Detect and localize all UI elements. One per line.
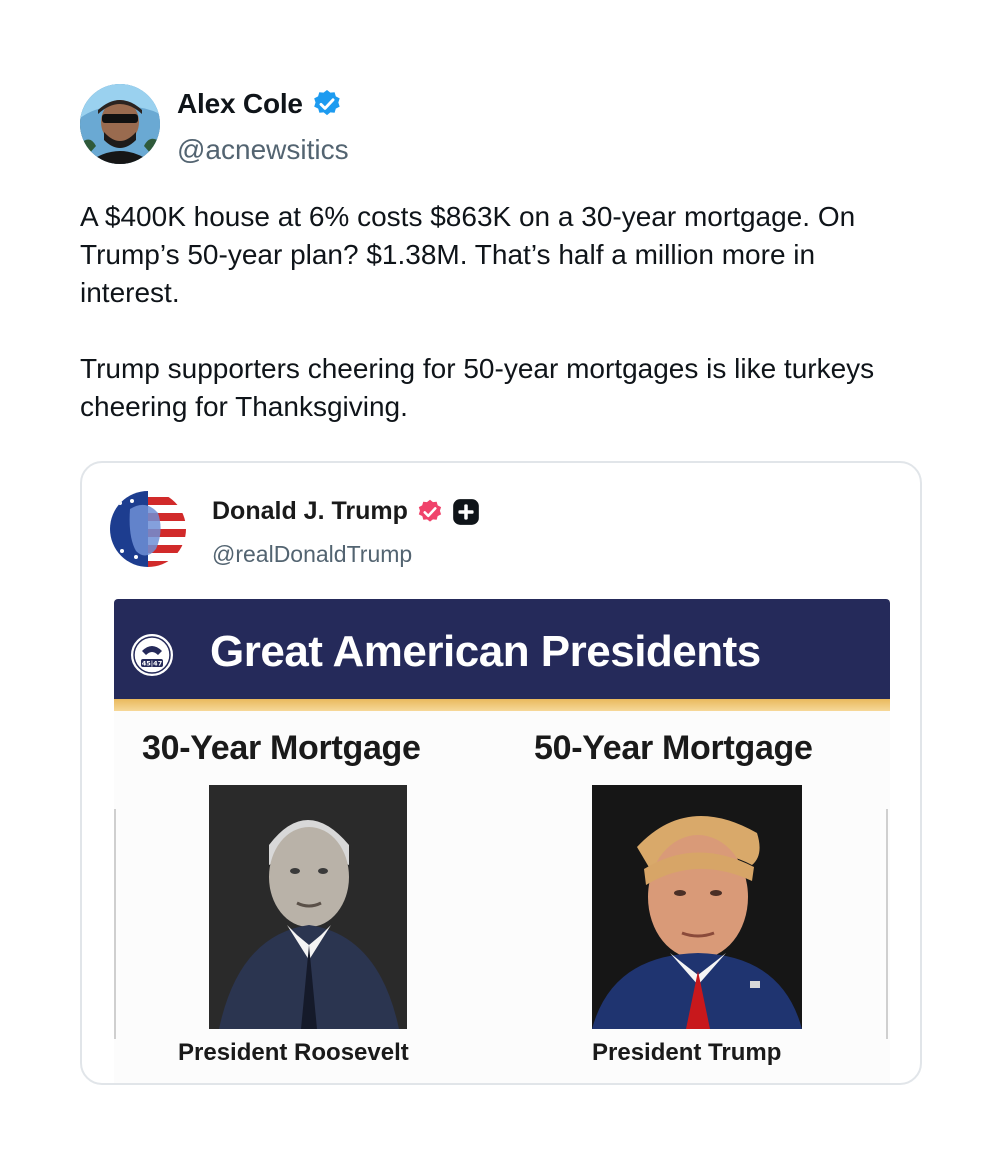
author-name-row: Alex Cole: [177, 88, 343, 120]
quoted-name-row: Donald J. Trump: [212, 497, 480, 526]
author-name[interactable]: Alex Cole: [177, 88, 303, 120]
roosevelt-portrait-image: [209, 785, 407, 1029]
left-portrait-caption: President Roosevelt: [178, 1039, 409, 1066]
poster-left-edge: [114, 809, 116, 1039]
quoted-post-card[interactable]: Donald J. Trump @realDonaldTrump 45|47 G…: [80, 461, 922, 1085]
quoted-author-avatar[interactable]: [110, 491, 186, 567]
presidential-seal-icon: 45|47: [129, 632, 175, 678]
poster-banner: 45|47 Great American Presidents: [114, 599, 890, 699]
seal-label: 45|47: [142, 660, 162, 669]
poster-gold-stripe: [114, 699, 890, 711]
quoted-avatar-image: [110, 491, 186, 567]
roosevelt-portrait: [209, 785, 407, 1029]
poster-right-edge: [886, 809, 888, 1039]
tweet-text: A $400K house at 6% costs $863K on a 30-…: [80, 198, 920, 426]
plus-badge-icon: [453, 498, 479, 525]
poster-title: Great American Presidents: [210, 627, 761, 676]
left-column-heading: 30-Year Mortgage: [142, 729, 421, 767]
right-portrait-caption: President Trump: [592, 1039, 782, 1066]
tweet-paragraph-2: Trump supporters cheering for 50-year mo…: [80, 353, 875, 422]
verified-badge-icon: [418, 499, 441, 522]
quoted-poster-image[interactable]: 45|47 Great American Presidents 30-Year …: [114, 599, 890, 1083]
quoted-author-name[interactable]: Donald J. Trump: [212, 497, 408, 526]
quoted-author-handle[interactable]: @realDonaldTrump: [212, 541, 412, 568]
author-avatar[interactable]: [80, 84, 160, 164]
tweet-paragraph-1: A $400K house at 6% costs $863K on a 30-…: [80, 201, 856, 308]
trump-portrait-image: [592, 785, 802, 1029]
author-avatar-image: [80, 84, 160, 164]
tweet-author-header: Alex Cole @acnewsitics: [80, 84, 680, 166]
verified-badge-icon: [314, 90, 340, 116]
right-column-heading: 50-Year Mortgage: [534, 729, 813, 767]
author-handle[interactable]: @acnewsitics: [177, 134, 349, 166]
trump-portrait: [592, 785, 802, 1029]
